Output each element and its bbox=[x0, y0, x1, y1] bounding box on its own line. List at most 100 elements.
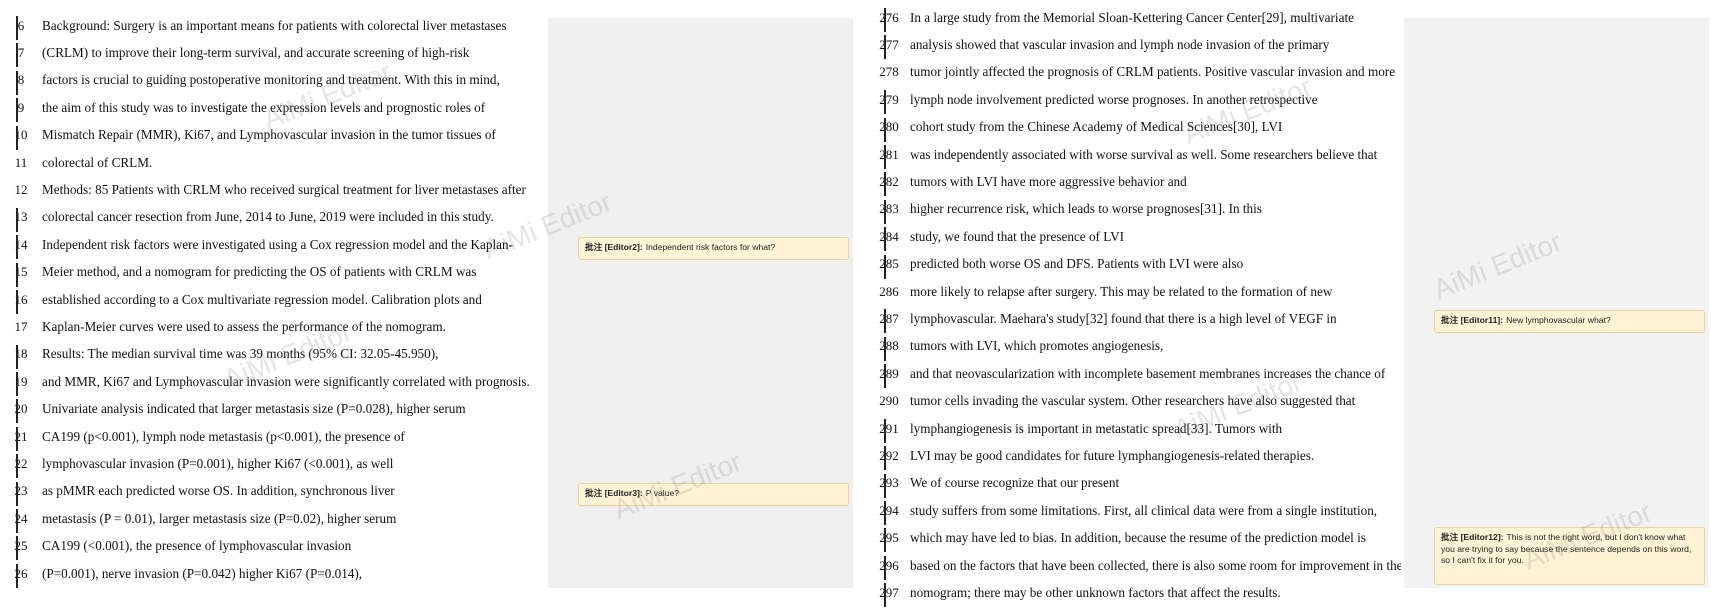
line-text: metastasis (P = 0.01), larger metastasis… bbox=[42, 510, 397, 526]
left-line: 20 Univariate analysis indicated that lar… bbox=[0, 395, 545, 424]
line-text: analysis showed that vascular invasion a… bbox=[910, 37, 1330, 53]
left-document-text: 6 Background: Surgery is an important mea… bbox=[0, 12, 545, 588]
line-text: (P=0.001), nerve invasion (P=0.042) high… bbox=[42, 565, 363, 581]
line-text: nomogram; there may be other unknown fac… bbox=[910, 584, 1281, 600]
change-bar bbox=[16, 372, 18, 397]
line-number: 14 bbox=[14, 236, 28, 252]
change-bar bbox=[884, 528, 886, 553]
left-line: 15 Meier method, and a nomogram for predi… bbox=[0, 259, 545, 287]
change-bar bbox=[16, 426, 18, 451]
line-number: 295 bbox=[879, 530, 899, 546]
line-text: which may have led to bias. In addition,… bbox=[910, 530, 1366, 546]
left-line: 18 Results: The median survival time was … bbox=[0, 341, 545, 369]
line-number: 292 bbox=[879, 447, 899, 463]
comment-author: 批注 [Editor12]: bbox=[1441, 532, 1504, 542]
line-text: study, we found that the presence of LVI bbox=[910, 228, 1124, 244]
comment-balloon[interactable]: 批注 [Editor12]: This is not the right word… bbox=[1434, 527, 1705, 585]
line-text: the aim of this study was to investigate… bbox=[42, 99, 486, 115]
change-bar bbox=[16, 70, 18, 95]
line-number: 22 bbox=[14, 455, 28, 471]
line-number: 281 bbox=[879, 146, 899, 162]
line-text: factors is crucial to guiding postoperat… bbox=[42, 72, 500, 88]
change-bar bbox=[884, 90, 886, 115]
line-number: 8 bbox=[17, 72, 25, 88]
line-number: 283 bbox=[879, 201, 899, 217]
change-bar bbox=[884, 35, 886, 60]
left-line: 10 Mismatch Repair (MMR), Ki67, and Lymph… bbox=[0, 122, 545, 150]
line-number: 287 bbox=[879, 310, 899, 326]
line-text: Background: Surgery is an important mean… bbox=[42, 17, 507, 33]
change-bar bbox=[884, 446, 886, 471]
comment-balloon[interactable]: 批注 [Editor3]: P value? bbox=[578, 483, 849, 506]
line-number: 297 bbox=[879, 584, 899, 600]
right-document-text: 276 In a large study from the Memorial Sl… bbox=[868, 4, 1401, 608]
change-bar bbox=[16, 125, 18, 150]
right-line: 294 study suffers from some limitations. … bbox=[868, 497, 1401, 526]
line-text: tumors with LVI have more aggressive beh… bbox=[910, 174, 1187, 190]
change-bar bbox=[884, 473, 886, 498]
line-text: CA199 (<0.001), the presence of lymphova… bbox=[42, 538, 352, 554]
line-number: 7 bbox=[17, 45, 25, 61]
left-line: 12 Methods: 85 Patients with CRLM who rec… bbox=[0, 176, 545, 203]
line-text: and that neovascularization with incompl… bbox=[910, 365, 1386, 381]
change-bar bbox=[16, 563, 18, 588]
line-number: 279 bbox=[879, 91, 899, 107]
change-bar bbox=[16, 289, 18, 314]
left-line: 24 metastasis (P = 0.01), larger metastas… bbox=[0, 505, 545, 534]
line-text: Univariate analysis indicated that large… bbox=[42, 401, 466, 417]
change-bar bbox=[884, 172, 886, 197]
left-line: 14 Independent risk factors were investig… bbox=[0, 231, 545, 260]
right-line: 290 tumor cells invading the vascular sys… bbox=[868, 387, 1401, 414]
right-line: 291 lymphangiogenesis is important in met… bbox=[868, 415, 1401, 443]
line-number: 16 bbox=[14, 291, 28, 307]
change-bar bbox=[884, 117, 886, 142]
change-bar bbox=[16, 509, 18, 534]
line-number: 296 bbox=[879, 557, 899, 573]
line-number: 286 bbox=[879, 283, 899, 299]
right-line: 289 and that neovascularization with inco… bbox=[868, 360, 1401, 389]
line-text: established according to a Cox multivari… bbox=[42, 291, 482, 307]
comment-author: 批注 [Editor3]: bbox=[585, 488, 643, 498]
line-text: tumors with LVI, which promotes angiogen… bbox=[910, 338, 1164, 354]
line-text: as pMMR each predicted worse OS. In addi… bbox=[42, 483, 395, 499]
line-text: Methods: 85 Patients with CRLM who recei… bbox=[42, 182, 526, 198]
line-number: 288 bbox=[879, 338, 899, 354]
left-line: 11 colorectal of CRLM. bbox=[0, 149, 545, 176]
line-text: colorectal cancer resection from June, 2… bbox=[42, 209, 494, 225]
left-line: 21 CA199 (p<0.001), lymph node metastasis… bbox=[0, 423, 545, 451]
line-number: 285 bbox=[879, 256, 899, 272]
line-number: 20 bbox=[14, 401, 28, 417]
change-bar bbox=[16, 262, 18, 287]
line-number: 6 bbox=[17, 17, 25, 33]
change-bar bbox=[884, 309, 886, 334]
change-bar bbox=[884, 501, 886, 526]
line-text: was independently associated with worse … bbox=[910, 146, 1378, 162]
line-number: 18 bbox=[14, 346, 28, 362]
change-bar bbox=[16, 536, 18, 561]
line-text: Meier method, and a nomogram for predict… bbox=[42, 264, 477, 280]
line-text: lymph node involvement predicted worse p… bbox=[910, 91, 1318, 107]
line-text: based on the factors that have been coll… bbox=[910, 557, 1401, 573]
line-text: CA199 (p<0.001), lymph node metastasis (… bbox=[42, 428, 405, 444]
left-line: 26 (P=0.001), nerve invasion (P=0.042) hi… bbox=[0, 560, 545, 588]
line-number: 23 bbox=[14, 483, 28, 499]
line-number: 13 bbox=[14, 209, 28, 225]
left-line: 13 colorectal cancer resection from June,… bbox=[0, 204, 545, 232]
left-line: 16 established according to a Cox multiva… bbox=[0, 286, 545, 314]
comment-balloon[interactable]: 批注 [Editor11]: New lymphovascular what? bbox=[1434, 310, 1705, 333]
right-line: 279 lymph node involvement predicted wors… bbox=[868, 86, 1401, 115]
change-bar bbox=[16, 207, 18, 232]
change-bar bbox=[884, 555, 886, 580]
right-line: 292 LVI may be good candidates for future… bbox=[868, 442, 1401, 471]
line-text: colorectal of CRLM. bbox=[42, 154, 153, 170]
line-number: 15 bbox=[14, 264, 28, 280]
right-comment-pane bbox=[1404, 18, 1709, 588]
comment-text: P value? bbox=[645, 488, 680, 498]
line-number: 11 bbox=[14, 154, 28, 170]
line-text: cohort study from the Chinese Academy of… bbox=[910, 119, 1283, 135]
left-line: 17 Kaplan-Meier curves were used to asses… bbox=[0, 313, 545, 340]
line-text: tumor jointly affected the prognosis of … bbox=[910, 64, 1396, 80]
right-line: 295 which may have led to bias. In additi… bbox=[868, 524, 1401, 553]
comment-balloon[interactable]: 批注 [Editor2]: Independent risk factors fo… bbox=[578, 237, 849, 260]
right-line: 282 tumors with LVI have more aggressive … bbox=[868, 168, 1401, 197]
